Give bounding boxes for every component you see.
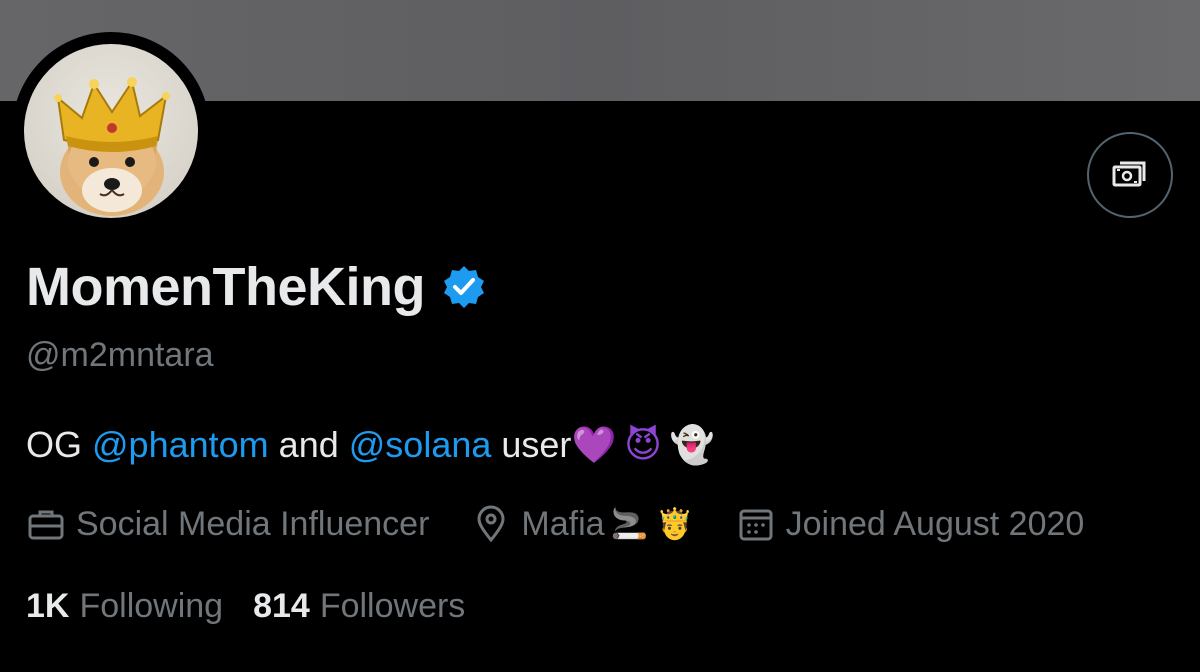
user-handle: @m2mntara [26, 336, 214, 374]
bio-text-middle: and [268, 424, 349, 465]
following-link[interactable]: 1K Following [26, 587, 223, 626]
smiling-devil-emoji: 😈 [624, 424, 662, 466]
location-pin-icon [477, 505, 505, 543]
calendar-icon [739, 509, 773, 541]
followers-link[interactable]: 814 Followers [253, 587, 465, 626]
category-item: Social Media Influencer [26, 504, 429, 544]
location-item: Mafia 🚬 🤴 [471, 504, 694, 544]
joined-item: Joined August 2020 [736, 504, 1085, 544]
ghost-emoji: 👻 [669, 425, 715, 466]
briefcase-icon [28, 510, 64, 540]
location-emoji: 🚬 🤴 [610, 507, 694, 541]
profile-meta-row: Social Media Influencer Mafia 🚬 🤴 Joined… [26, 500, 1084, 548]
mention-solana-link[interactable]: @solana [349, 424, 492, 466]
bio: OG @phantom and @solana user 💜 😈 👻 [26, 424, 715, 466]
followers-count: 814 [253, 586, 310, 625]
location-label: Mafia [521, 504, 605, 543]
display-name: MomenTheKing [26, 257, 425, 317]
name-row: MomenTheKing [26, 252, 487, 322]
money-tips-icon [1112, 161, 1146, 187]
bio-text-prefix: OG [26, 424, 93, 465]
purple-heart-emoji: 💜 [571, 425, 617, 466]
followers-label: Followers [319, 586, 466, 625]
shiba-dog-crown-avatar-icon [54, 77, 170, 216]
mention-phantom-link[interactable]: @phantom [92, 424, 269, 466]
verified-badge-icon[interactable] [441, 264, 487, 310]
avatar[interactable] [24, 44, 198, 218]
follow-stats: 1K Following 814 Followers [26, 582, 495, 630]
joined-date: Joined August 2020 [785, 504, 1085, 543]
category-label: Social Media Influencer [76, 504, 430, 543]
following-label: Following [79, 586, 224, 625]
tips-button[interactable] [1087, 132, 1173, 218]
following-count: 1K [26, 586, 70, 625]
bio-text-suffix: user [491, 424, 572, 465]
